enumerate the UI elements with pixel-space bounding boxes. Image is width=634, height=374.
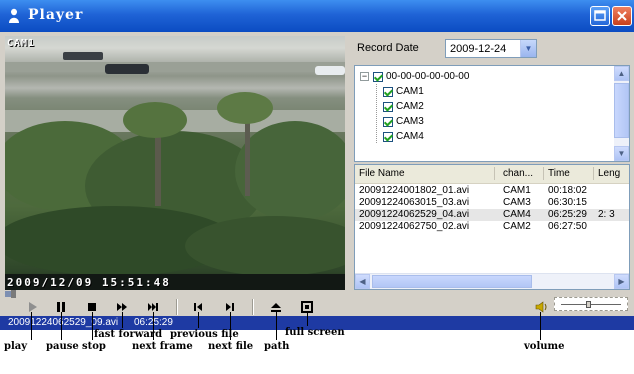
annotation-pause: pause — [46, 341, 79, 352]
table-row[interactable]: 20091224001802_01.avi CAM1 00:18:02 — [355, 185, 629, 197]
tree-item-cam2[interactable]: CAM2 — [383, 101, 424, 112]
close-button[interactable] — [612, 6, 632, 26]
video-timestamp: 2009/12/09 15:51:48 — [7, 276, 171, 289]
close-icon — [617, 11, 627, 21]
file-name-cell: 20091224062750_02.avi — [359, 221, 470, 232]
tree-item-label: CAM3 — [396, 116, 424, 127]
checkbox-cam3[interactable] — [383, 116, 393, 127]
progress-handle[interactable] — [11, 290, 16, 298]
time-cell: 06:27:50 — [548, 221, 587, 232]
length-cell: 2: 3 — [598, 209, 615, 220]
collapse-icon[interactable]: − — [360, 72, 369, 81]
tree-root[interactable]: − 00-00-00-00-00-00 — [360, 71, 469, 82]
playback-toolbar — [0, 298, 634, 316]
annotation-next-frame: next frame — [132, 341, 193, 352]
tree-item-cam4[interactable]: CAM4 — [383, 131, 424, 142]
annotation-next-file: next file — [208, 341, 254, 352]
record-date-picker[interactable]: 2009-12-24 ▼ — [445, 39, 537, 58]
player-window: Player CAM1 2009/12/09 15:51:48 Record D… — [0, 0, 634, 330]
file-list: File Name chan... Time Leng 200912240018… — [354, 164, 630, 290]
annotation-line — [122, 312, 123, 328]
checkbox-cam1[interactable] — [383, 86, 393, 97]
annotation-line — [61, 312, 62, 340]
tree-root-label: 00-00-00-00-00-00 — [386, 71, 470, 82]
volume-knob[interactable] — [586, 301, 591, 308]
annotation-previous-file: previous file — [170, 329, 239, 340]
maximize-button[interactable] — [590, 6, 610, 26]
column-header-file-name[interactable]: File Name — [359, 168, 405, 179]
channel-cell: CAM4 — [503, 209, 531, 220]
tree-scrollbar[interactable]: ▲ ▼ — [614, 66, 629, 161]
annotation-line — [198, 312, 199, 328]
chevron-down-icon[interactable]: ▼ — [520, 40, 536, 57]
annotation-play: play — [4, 341, 28, 352]
annotation-line — [540, 312, 541, 340]
time-cell: 00:18:02 — [548, 185, 587, 196]
right-panel: Record Date 2009-12-24 ▼ − 00-00-00-00-0… — [350, 36, 630, 291]
annotation-stop: stop — [82, 341, 106, 352]
volume-track — [561, 304, 621, 305]
annotation-line — [307, 312, 308, 326]
table-row-selected[interactable]: 20091224062529_04.avi CAM4 06:25:29 2: 3 — [355, 209, 629, 221]
volume-slider[interactable] — [554, 297, 628, 311]
scroll-thumb[interactable] — [614, 83, 629, 138]
tree-item-label: CAM1 — [396, 86, 424, 97]
scroll-down-icon[interactable]: ▼ — [614, 146, 629, 161]
status-filename: 20091224062529_09.avi — [8, 317, 119, 328]
time-cell: 06:25:29 — [548, 209, 587, 220]
time-cell: 06:30:15 — [548, 197, 587, 208]
checkbox-root[interactable] — [373, 71, 383, 82]
scroll-left-icon[interactable]: ◀ — [355, 274, 370, 289]
tree-item-cam1[interactable]: CAM1 — [383, 86, 424, 97]
device-tree: − 00-00-00-00-00-00 CAM1 CAM2 CAM3 CAM4 — [354, 65, 630, 162]
camera-label: CAM1 — [7, 38, 36, 49]
file-name-cell: 20091224063015_03.avi — [359, 197, 470, 208]
window-title: Player — [28, 7, 84, 23]
scroll-thumb[interactable] — [372, 275, 532, 288]
volume-button[interactable] — [533, 299, 549, 315]
scroll-right-icon[interactable]: ▶ — [614, 274, 629, 289]
title-bar: Player — [0, 0, 634, 32]
play-icon — [29, 302, 37, 312]
annotation-line — [276, 312, 277, 340]
playback-progress-bar[interactable] — [5, 291, 349, 297]
checkbox-cam4[interactable] — [383, 131, 393, 142]
annotation-line — [92, 312, 93, 340]
video-frame — [5, 52, 345, 290]
annotation-line — [31, 312, 32, 340]
file-list-hscrollbar[interactable]: ◀ ▶ — [355, 273, 629, 289]
record-date-label: Record Date — [357, 42, 419, 54]
tree-item-label: CAM2 — [396, 101, 424, 112]
player-app-icon — [9, 8, 19, 23]
maximize-icon — [594, 10, 606, 21]
table-row[interactable]: 20091224062750_02.avi CAM2 06:27:50 — [355, 221, 629, 233]
checkbox-cam2[interactable] — [383, 101, 393, 112]
annotation-fast-forward: fast forward — [94, 329, 163, 340]
file-list-header: File Name chan... Time Leng — [355, 165, 629, 184]
file-name-cell: 20091224001802_01.avi — [359, 185, 470, 196]
play-button[interactable] — [24, 299, 40, 315]
table-row[interactable]: 20091224063015_03.avi CAM3 06:30:15 — [355, 197, 629, 209]
column-header-length[interactable]: Leng — [598, 168, 620, 179]
annotation-volume: volume — [524, 341, 565, 352]
annotation-path: path — [264, 341, 290, 352]
annotation-full-screen: full screen — [285, 327, 345, 338]
column-header-channel[interactable]: chan... — [503, 168, 533, 179]
channel-cell: CAM3 — [503, 197, 531, 208]
video-view[interactable]: CAM1 2009/12/09 15:51:48 — [5, 36, 345, 290]
tree-item-cam3[interactable]: CAM3 — [383, 116, 424, 127]
column-header-time[interactable]: Time — [548, 168, 570, 179]
scroll-up-icon[interactable]: ▲ — [614, 66, 629, 81]
channel-cell: CAM1 — [503, 185, 531, 196]
speaker-icon — [535, 301, 547, 313]
file-name-cell: 20091224062529_04.avi — [359, 209, 470, 220]
channel-cell: CAM2 — [503, 221, 531, 232]
record-date-value: 2009-12-24 — [450, 43, 507, 55]
tree-item-label: CAM4 — [396, 131, 424, 142]
